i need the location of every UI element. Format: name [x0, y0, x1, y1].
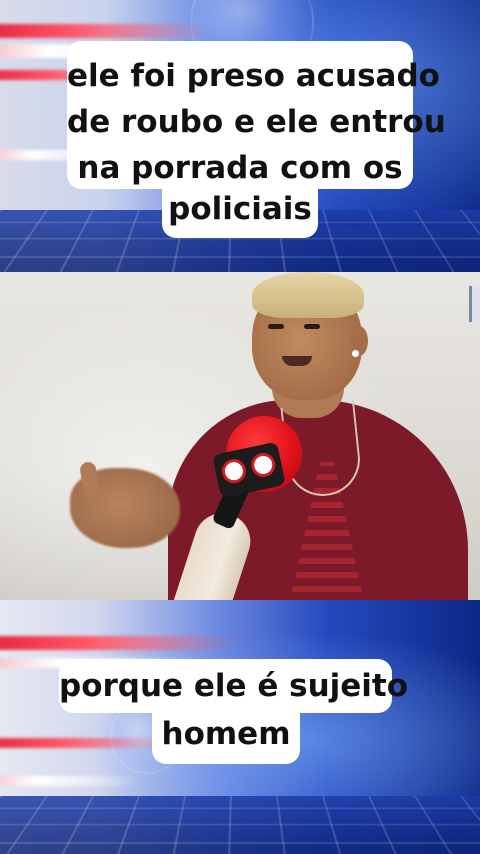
caption-line: porque ele é sujeito: [59, 668, 409, 704]
station-logo-icon: [249, 450, 278, 480]
station-logo-icon: [219, 456, 249, 486]
top-caption: ele foi preso acusado de roubo e ele ent…: [67, 41, 446, 189]
caption-line: policiais: [168, 191, 312, 227]
red-light-stripe: [0, 24, 210, 38]
left-eye: [268, 324, 284, 329]
side-overlay-chip: [469, 286, 480, 322]
grid-floor-graphic: [0, 796, 480, 854]
video-screen: ele foi preso acusado de roubo e ele ent…: [0, 0, 480, 854]
caption-line: ele foi preso acusado: [67, 58, 440, 94]
caption-line: de roubo e ele entrou: [67, 104, 446, 140]
video-frame: [0, 272, 480, 600]
caption-line: na porrada com os: [77, 150, 403, 186]
bleached-hair: [252, 272, 364, 318]
top-caption-last-line: policiais: [162, 186, 318, 238]
caption-line: homem: [161, 716, 291, 752]
white-light-stripe: [0, 776, 140, 786]
earring: [352, 350, 359, 357]
red-light-stripe: [0, 636, 240, 650]
right-eye: [304, 324, 320, 329]
bottom-caption: porque ele é sujeito: [59, 659, 409, 713]
bottom-caption-last-line: homem: [152, 708, 300, 764]
